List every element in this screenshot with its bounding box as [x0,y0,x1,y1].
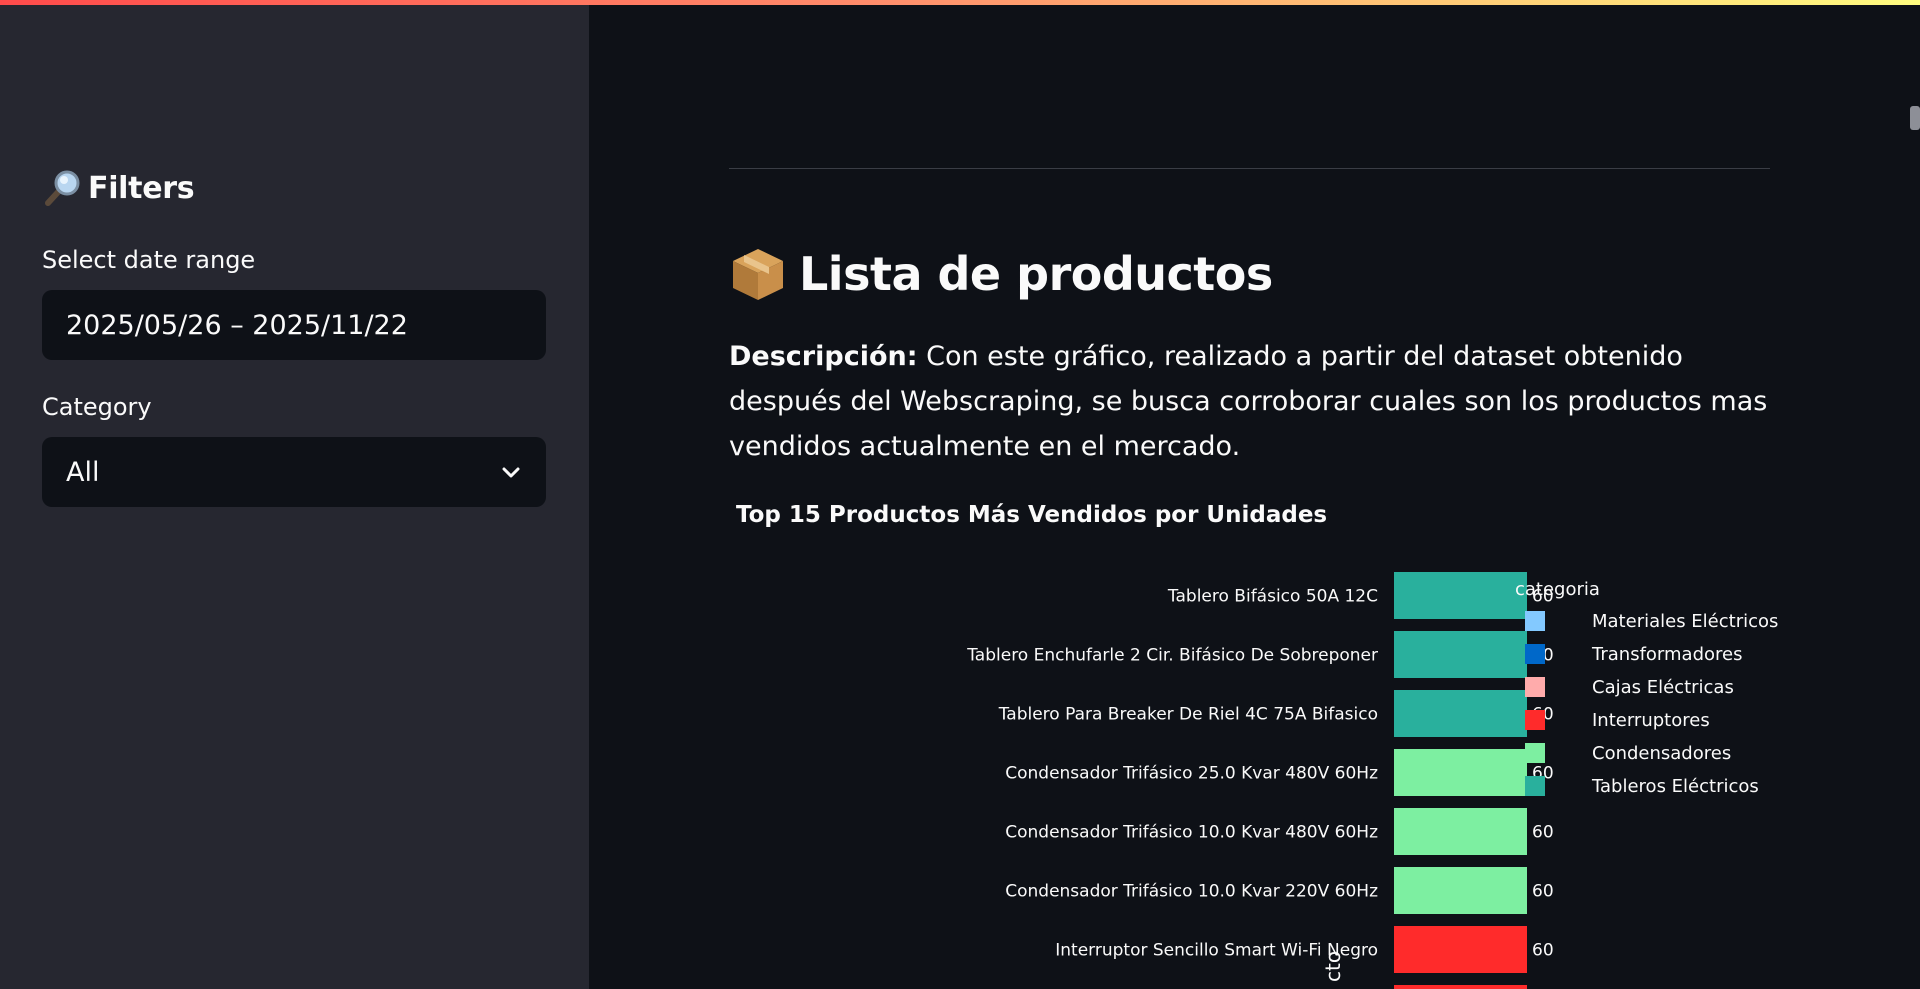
scrollbar-thumb[interactable] [1910,106,1920,130]
chart-bar[interactable] [1394,867,1527,914]
chart-bar[interactable] [1394,572,1527,619]
category-selected-value: All [66,456,100,488]
chart-category-label: Interruptor Sencillo Smart Wi-Fi Negro [1055,941,1378,961]
top-decoration-bar [0,0,1920,5]
legend-item-label[interactable]: Tableros Eléctricos [1591,776,1759,797]
chart-category-label: Tablero Para Breaker De Riel 4C 75A Bifa… [998,705,1378,725]
chart-bar[interactable] [1394,926,1527,973]
chart-data-label: 60 [1532,941,1554,961]
legend-swatch[interactable] [1525,710,1545,730]
chart-bar[interactable] [1394,690,1527,737]
chart-category-label: Tablero Bifásico 50A 12C [1167,587,1378,607]
magnifying-glass-icon [45,170,80,206]
filters-heading: Filters [42,168,195,208]
chart-category-label: Condensador Trifásico 25.0 Kvar 480V 60H… [1005,764,1378,784]
legend-item-label[interactable]: Materiales Eléctricos [1592,611,1778,632]
section-divider [729,168,1770,169]
section-heading: Lista de productos [729,245,1273,303]
chart-category-label: Tablero Enchufarle 2 Cir. Bifásico De So… [966,646,1378,666]
legend-swatch[interactable] [1525,743,1545,763]
legend-swatch[interactable] [1525,776,1545,796]
legend-swatch[interactable] [1525,611,1545,631]
sidebar: Filters Select date range 2025/05/26 – 2… [0,0,589,989]
legend-item-label[interactable]: Condensadores [1592,743,1731,764]
chart-bar[interactable] [1394,631,1527,678]
date-range-value: 2025/05/26 – 2025/11/22 [66,309,408,341]
category-label: Category [42,393,152,421]
chart-category-label: Condensador Trifásico 10.0 Kvar 220V 60H… [1005,882,1378,902]
top-products-chart: Top 15 Productos Más Vendidos por Unidad… [736,502,1778,989]
legend-item-label[interactable]: Transformadores [1591,644,1742,665]
chart-data-label: 60 [1532,882,1554,902]
section-title-text: Lista de productos [799,247,1273,301]
chart-bar[interactable] [1394,808,1527,855]
description-paragraph: Descripción: Con este gráfico, realizado… [729,334,1789,469]
chart-title: Top 15 Productos Más Vendidos por Unidad… [736,502,1327,528]
description-label: Descripción: [729,341,918,372]
package-icon [733,249,783,300]
legend-item-label[interactable]: Cajas Eléctricas [1592,677,1734,698]
legend-item-label[interactable]: Interruptores [1592,710,1710,731]
filters-title-text: Filters [88,170,195,206]
legend-title: categoria [1515,579,1600,600]
chart-bars: Tablero Bifásico 50A 12C 60 Tablero Enchuf… [966,572,1554,989]
legend-swatch[interactable] [1525,677,1545,697]
chart-category-label: Condensador Trifásico 10.0 Kvar 480V 60H… [1005,823,1378,843]
chart-bar[interactable] [1394,749,1527,796]
category-select[interactable]: All [42,437,546,507]
date-range-label: Select date range [42,246,256,274]
date-range-input[interactable]: 2025/05/26 – 2025/11/22 [42,290,546,360]
legend-swatch[interactable] [1525,644,1545,664]
chart-data-label: 60 [1532,823,1554,843]
main-content: Lista de productos Descripción: Con este… [589,0,1920,989]
chart-bar[interactable] [1394,985,1527,989]
chevron-down-icon [502,467,520,478]
chart-legend: categoria Materiales Eléctricos Transform… [1515,579,1778,797]
